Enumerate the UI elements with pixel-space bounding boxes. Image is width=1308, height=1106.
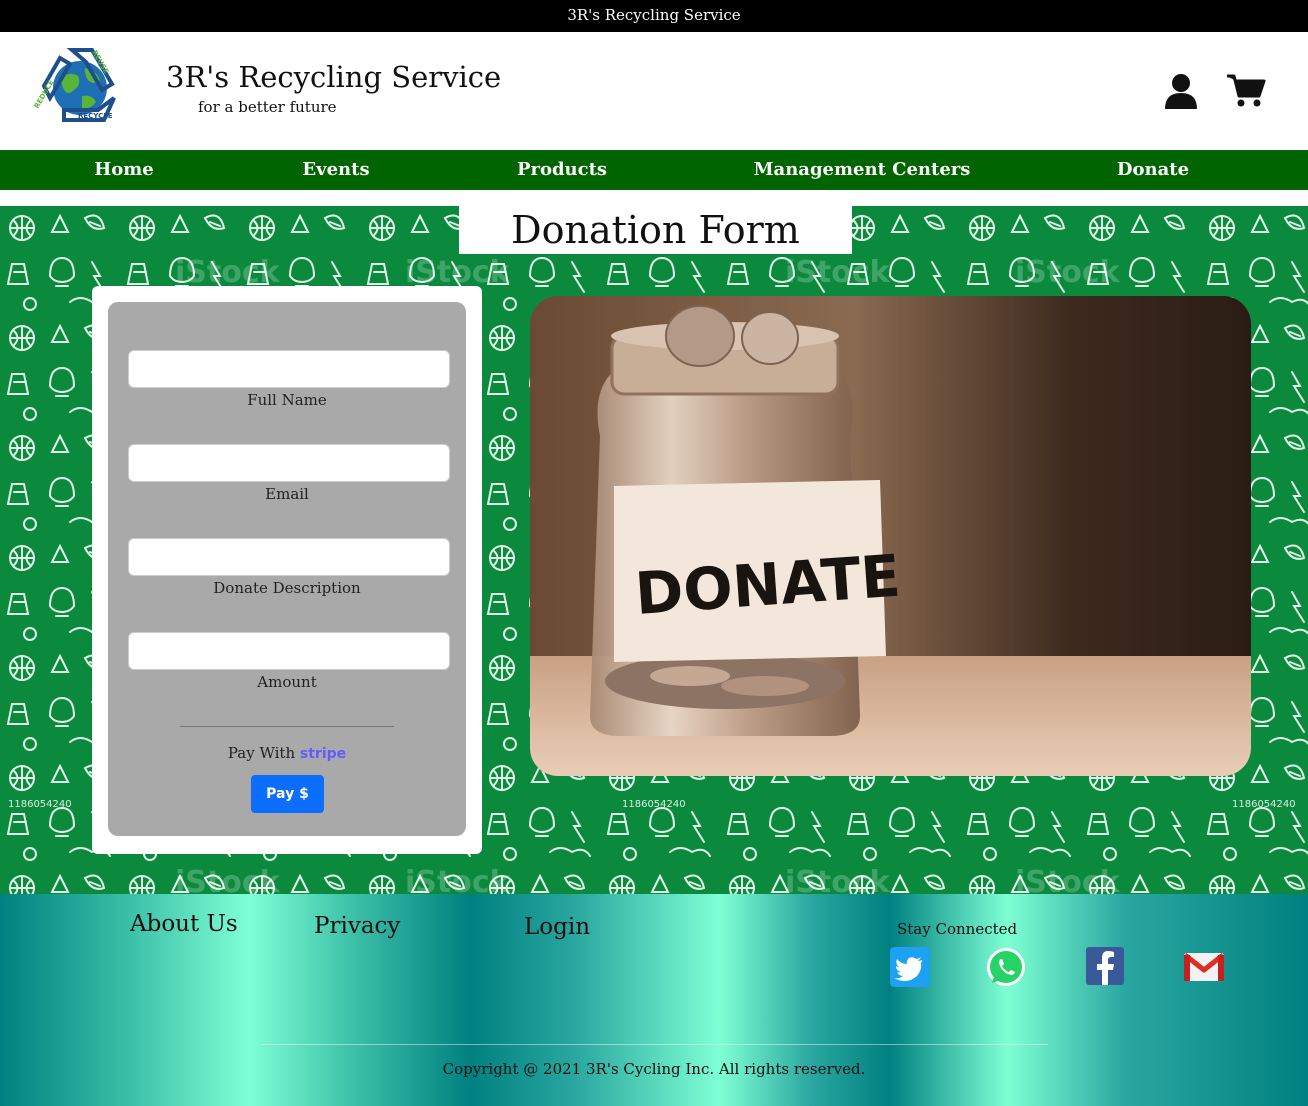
- watermark-text-5: iStock: [175, 865, 281, 894]
- donate-description-label: Donate Description: [213, 579, 361, 597]
- watermark-text-6: iStock: [405, 865, 511, 894]
- watermark-text-7: iStock: [785, 865, 891, 894]
- title-box: Donation Form: [459, 206, 852, 254]
- watermark-id-1: 1186054240: [8, 799, 72, 810]
- donation-form-card: Full Name Email Donate Description Amoun…: [92, 286, 482, 854]
- pay-with-label: Pay With: [227, 744, 296, 762]
- copyright-text: Copyright @ 2021 3R's Cycling Inc. All r…: [442, 1060, 866, 1078]
- logo-text-recycle: RECYCLE: [78, 112, 113, 120]
- brand-title: 3R's Recycling Service: [166, 60, 502, 94]
- top-bar-title: 3R's Recycling Service: [567, 6, 741, 24]
- donation-section: iStock iStock iStock iStock iStock iStoc…: [0, 206, 1308, 894]
- watermark-id-2: 1186054240: [622, 799, 686, 810]
- footer-link-privacy[interactable]: Privacy: [314, 913, 400, 939]
- amount-input[interactable]: [128, 632, 450, 670]
- facebook-icon[interactable]: [1084, 945, 1128, 989]
- recycle-logo-icon[interactable]: REDUCE REUSE RECYCLE: [30, 40, 130, 136]
- footer-link-about-us[interactable]: About Us: [130, 911, 238, 937]
- brand-tagline: for a better future: [198, 98, 337, 116]
- form-divider: [180, 726, 394, 727]
- nav-item-events[interactable]: Events: [302, 150, 369, 190]
- donation-form: Full Name Email Donate Description Amoun…: [108, 302, 466, 836]
- donation-jar-image: DONATE: [530, 296, 1251, 776]
- watermark-text-3: iStock: [785, 255, 891, 290]
- nav-item-products[interactable]: Products: [517, 150, 607, 190]
- page-title: Donation Form: [511, 208, 800, 252]
- email-input[interactable]: [128, 444, 450, 482]
- nav-item-management-centers[interactable]: Management Centers: [754, 150, 971, 190]
- top-bar: 3R's Recycling Service: [0, 0, 1308, 32]
- footer-divider: [262, 1044, 1048, 1045]
- twitter-icon[interactable]: [888, 945, 932, 989]
- user-icon[interactable]: [1163, 72, 1199, 110]
- site-header: REDUCE REUSE RECYCLE 3R's Recycling Serv…: [0, 32, 1308, 150]
- site-footer: About Us Privacy Login Stay Connected Co…: [0, 894, 1308, 1106]
- nav-item-home[interactable]: Home: [94, 150, 154, 190]
- watermark-text-1: iStock: [175, 255, 281, 290]
- amount-label: Amount: [257, 673, 317, 691]
- main-nav: Home Events Products Management Centers …: [0, 150, 1308, 190]
- full-name-input[interactable]: [128, 350, 450, 388]
- donate-description-input[interactable]: [128, 538, 450, 576]
- email-label: Email: [265, 485, 309, 503]
- gmail-icon[interactable]: [1182, 945, 1226, 989]
- full-name-label: Full Name: [247, 391, 327, 409]
- cart-icon[interactable]: [1226, 72, 1266, 108]
- pay-with-row: Pay With stripe: [108, 744, 466, 762]
- footer-link-login[interactable]: Login: [524, 914, 590, 940]
- stripe-logo: stripe: [299, 746, 347, 762]
- nav-item-donate[interactable]: Donate: [1117, 150, 1189, 190]
- pay-button[interactable]: Pay $: [251, 775, 324, 813]
- whatsapp-icon[interactable]: [984, 945, 1028, 989]
- watermark-text-4: iStock: [1015, 255, 1121, 290]
- watermark-id-3: 1186054240: [1232, 799, 1296, 810]
- watermark-text-2: iStock: [405, 255, 511, 290]
- watermark-text-8: iStock: [1015, 865, 1121, 894]
- stay-connected-label: Stay Connected: [897, 920, 1018, 938]
